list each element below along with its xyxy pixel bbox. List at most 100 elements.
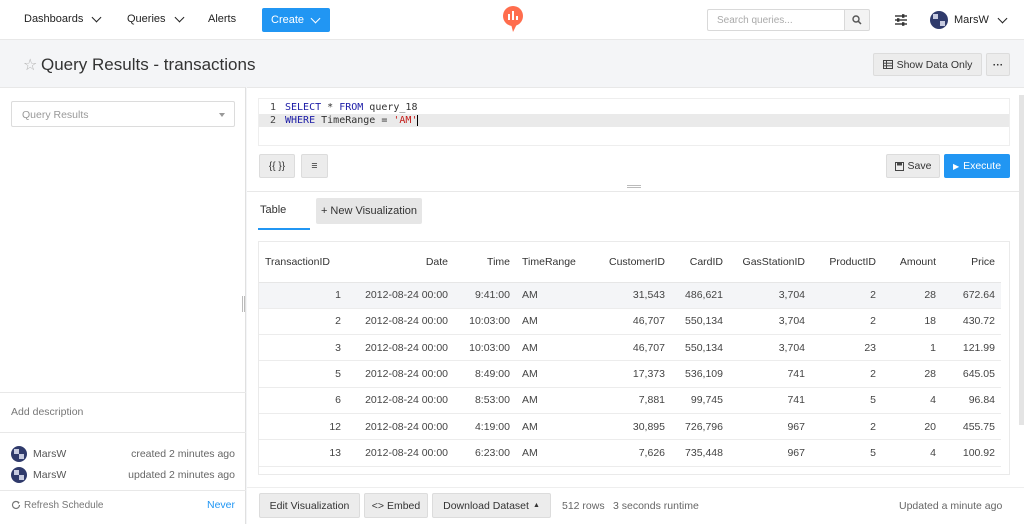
sql-string: 'AM'	[393, 115, 418, 126]
refresh-schedule-row: Refresh Schedule Never	[11, 499, 235, 511]
chevron-down-icon	[310, 13, 321, 23]
nav-queries[interactable]: Queries	[127, 12, 184, 25]
add-description-link[interactable]: Add description	[11, 406, 83, 418]
table-cell: 4	[882, 387, 942, 414]
save-button[interactable]: Save	[886, 154, 940, 178]
column-header[interactable]: CardID	[671, 242, 729, 283]
download-dataset-button[interactable]: Download Dataset ▲	[432, 493, 551, 518]
column-header[interactable]: GasStationID	[729, 242, 811, 283]
results-panel: Table + New Visualization TransactionID …	[247, 191, 1024, 524]
table-cell: AM	[516, 308, 586, 336]
column-header[interactable]: TransactionID	[259, 242, 347, 283]
column-header[interactable]: Amount	[882, 242, 942, 283]
execute-button[interactable]: ▶ Execute	[944, 154, 1010, 178]
create-button[interactable]: Create	[262, 8, 330, 32]
table-cell: AM	[516, 334, 586, 362]
table-cell: 7,881	[586, 387, 671, 414]
sql-keyword: SELECT	[285, 102, 322, 113]
top-navbar: Dashboards Queries Alerts Create Search …	[0, 0, 1024, 40]
table-cell: 2012-08-24 00:00	[347, 308, 454, 336]
search-input[interactable]	[708, 10, 844, 30]
save-button-label: Save	[907, 160, 932, 172]
table-cell: AM	[516, 413, 586, 441]
data-source-select[interactable]: Query Results	[11, 101, 235, 127]
table-cell: 5	[811, 439, 882, 467]
sql-editor[interactable]: 1 SELECT * FROM query_18 2 WHERE TimeRan…	[258, 98, 1010, 146]
table-cell: 9:41:00	[454, 282, 516, 309]
table-cell: 2012-08-24 00:00	[347, 439, 454, 467]
table-row: 2 2012-08-24 00:00 10:03:00 AM 46,707 55…	[259, 308, 1001, 336]
column-header[interactable]: Time	[454, 242, 516, 283]
table-cell: 967	[729, 439, 811, 467]
table-cell: 2012-08-24 00:00	[347, 413, 454, 441]
created-info: MarsW created 2 minutes ago	[11, 446, 235, 462]
add-parameter-label: {{ }}	[268, 160, 286, 172]
settings-sliders-icon[interactable]	[894, 13, 908, 27]
table-cell: 2012-08-24 00:00	[347, 334, 454, 362]
table-cell: 46,707	[586, 308, 671, 336]
code-line-active: 2 WHERE TimeRange = 'AM'	[259, 114, 1009, 127]
scrollbar[interactable]	[1019, 95, 1024, 425]
table-cell: 486,621	[671, 282, 729, 309]
embed-button[interactable]: <> Embed	[364, 493, 428, 518]
table-cell: 2	[811, 308, 882, 336]
nav-dashboards[interactable]: Dashboards	[24, 12, 102, 25]
table-cell: 31,543	[586, 282, 671, 309]
caret-up-icon: ▲	[532, 502, 540, 509]
table-cell: 3,704	[729, 282, 811, 309]
table-cell: 2012-08-24 00:00	[347, 282, 454, 309]
table-cell: 8:53:00	[454, 387, 516, 414]
favorite-star-icon[interactable]: ☆	[23, 55, 37, 75]
edit-visualization-button[interactable]: Edit Visualization	[259, 493, 360, 518]
table-cell: 2012-08-24 00:00	[347, 360, 454, 388]
new-visualization-tab[interactable]: + New Visualization	[316, 198, 422, 224]
table-cell: 6	[259, 387, 347, 414]
refresh-schedule-value[interactable]: Never	[207, 499, 235, 511]
table-cell: 3,704	[729, 334, 811, 362]
column-header[interactable]: Date	[347, 242, 454, 283]
updated-timestamp: updated 2 minutes ago	[128, 469, 235, 481]
table-cell: 5	[811, 387, 882, 414]
user-menu[interactable]: MarsW	[930, 11, 1008, 29]
query-editor-panel: 1 SELECT * FROM query_18 2 WHERE TimeRan…	[247, 87, 1024, 191]
sql-text: TimeRange =	[315, 115, 394, 126]
column-header[interactable]: CustomerID	[586, 242, 671, 283]
table-cell: 672.64	[942, 282, 1001, 309]
table-cell: 13	[259, 439, 347, 467]
column-header[interactable]: ProductID	[811, 242, 882, 283]
table-cell: 536,109	[671, 360, 729, 388]
column-header[interactable]: Price	[942, 242, 1001, 283]
tab-table[interactable]: Table	[260, 204, 286, 216]
results-table: TransactionID Date Time TimeRange Custom…	[258, 241, 1010, 475]
table-cell: 20	[882, 413, 942, 441]
panel-resize-handle[interactable]	[242, 296, 245, 312]
created-timestamp: created 2 minutes ago	[131, 448, 235, 460]
line-number: 1	[269, 102, 276, 113]
show-data-only-button[interactable]: Show Data Only	[873, 53, 982, 76]
table-cell: AM	[516, 439, 586, 467]
chevron-down-icon	[174, 12, 184, 22]
table-cell: 2	[259, 308, 347, 336]
created-by-user: MarsW	[33, 448, 67, 460]
format-query-button[interactable]: ≡	[301, 154, 328, 178]
table-cell: 30,895	[586, 413, 671, 441]
table-cell: 10:03:00	[454, 308, 516, 336]
table-row: 13 2012-08-24 00:00 6:23:00 AM 7,626 735…	[259, 439, 1001, 467]
table-cell: 741	[729, 360, 811, 388]
active-tab-indicator	[258, 228, 310, 230]
table-cell: 3,704	[729, 308, 811, 336]
table-cell: 8:49:00	[454, 360, 516, 388]
page-title[interactable]: Query Results - transactions	[41, 55, 255, 75]
table-cell: 6:23:00	[454, 439, 516, 467]
column-header[interactable]: TimeRange	[516, 242, 586, 283]
avatar	[11, 446, 27, 462]
table-cell: 550,134	[671, 308, 729, 336]
redash-logo-icon[interactable]	[502, 6, 524, 32]
editor-resize-grip[interactable]	[627, 185, 641, 188]
nav-alerts[interactable]: Alerts	[208, 13, 236, 25]
sql-keyword: FROM	[339, 102, 364, 113]
more-options-button[interactable]: ···	[986, 53, 1010, 76]
add-parameter-button[interactable]: {{ }}	[259, 154, 295, 178]
avatar	[11, 467, 27, 483]
search-button[interactable]	[844, 9, 870, 31]
